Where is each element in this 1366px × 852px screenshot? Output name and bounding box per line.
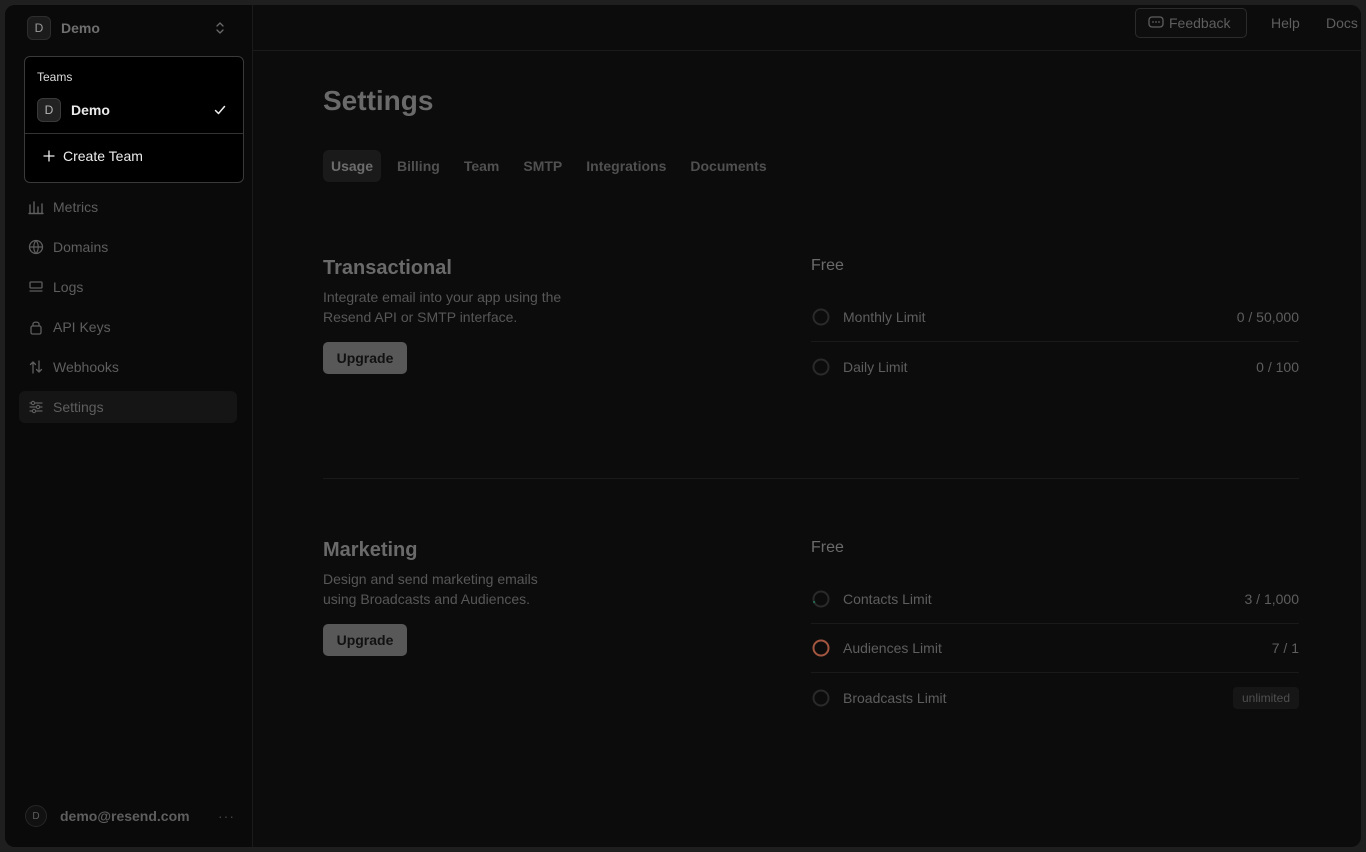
webhook-icon xyxy=(29,360,43,374)
usage-ring-icon xyxy=(812,358,830,375)
usage-ring-icon xyxy=(812,590,830,608)
transactional-upgrade-button[interactable]: Upgrade xyxy=(323,342,407,374)
usage-ring-icon xyxy=(812,689,830,706)
help-link[interactable]: Help xyxy=(1271,15,1300,31)
tab-billing[interactable]: Billing xyxy=(389,150,448,182)
page-title: Settings xyxy=(323,85,434,116)
limit-name: Contacts Limit xyxy=(843,591,932,607)
list-icon xyxy=(29,281,43,292)
sidebar-item-metrics[interactable]: Metrics xyxy=(19,191,237,223)
sidebar-item-logs[interactable]: Logs xyxy=(19,271,237,303)
chevron-up-down-icon xyxy=(216,22,224,34)
sidebar-item-webhooks[interactable]: Webhooks xyxy=(19,351,237,383)
limit-row-broadcasts: Broadcasts Limit unlimited xyxy=(811,673,1299,722)
feedback-button[interactable]: Feedback xyxy=(1135,8,1247,38)
ring-track xyxy=(812,689,830,706)
usage-ring-icon xyxy=(812,639,830,657)
team-name: Demo xyxy=(61,20,100,36)
sidebar-item-label: Metrics xyxy=(53,199,99,215)
dropdown-team-name: Demo xyxy=(71,102,110,118)
limit-value: 0 / 50,000 xyxy=(1236,309,1299,325)
team-switcher[interactable]: D Demo xyxy=(17,11,237,45)
tab-documents[interactable]: Documents xyxy=(682,150,774,182)
dropdown-separator xyxy=(25,133,243,134)
limit-value: 7 / 1 xyxy=(1271,640,1299,656)
top-bar: Feedback Help Docs xyxy=(253,5,1361,51)
plus-icon xyxy=(43,150,55,162)
user-menu[interactable]: D demo@resend.com ··· xyxy=(25,805,235,827)
tab-smtp[interactable]: SMTP xyxy=(515,150,570,182)
limit-row-contacts: Contacts Limit 3 / 1,000 xyxy=(811,575,1299,624)
usage-ring-icon xyxy=(812,308,830,326)
ring-track xyxy=(812,639,830,657)
dropdown-section-label: Teams xyxy=(37,70,73,84)
app-window: D Demo Metrics Domains Logs API Keys Web… xyxy=(5,5,1361,847)
sidebar-item-label: Settings xyxy=(53,399,104,415)
transactional-title: Transactional xyxy=(323,257,452,279)
bar-chart-icon xyxy=(28,201,44,215)
check-icon xyxy=(214,105,226,115)
sidebar-item-label: Domains xyxy=(53,239,109,255)
tab-integrations[interactable]: Integrations xyxy=(578,150,674,182)
marketing-title: Marketing xyxy=(323,539,418,561)
sidebar-item-domains[interactable]: Domains xyxy=(19,231,237,263)
sidebar-item-settings[interactable]: Settings xyxy=(19,391,237,423)
avatar: D xyxy=(25,805,47,827)
team-avatar: D xyxy=(37,98,61,122)
transactional-description: Integrate email into your app using the … xyxy=(323,289,562,325)
create-team-button[interactable]: Create Team xyxy=(43,148,143,164)
settings-tabs: Usage Billing Team SMTP Integrations Doc… xyxy=(323,150,783,182)
section-divider xyxy=(323,478,1299,479)
limit-value: 3 / 1,000 xyxy=(1244,591,1300,607)
user-email: demo@resend.com xyxy=(60,808,190,824)
sidebar-nav: Metrics Domains Logs API Keys Webhooks S… xyxy=(19,191,237,431)
feedback-label: Feedback xyxy=(1169,15,1231,31)
limit-name: Monthly Limit xyxy=(843,309,926,325)
marketing-plan: Free xyxy=(811,539,844,556)
limit-row-audiences: Audiences Limit 7 / 1 xyxy=(811,624,1299,673)
globe-icon xyxy=(28,239,44,255)
sidebar-item-label: API Keys xyxy=(53,319,111,335)
tab-team[interactable]: Team xyxy=(456,150,508,182)
marketing-upgrade-button[interactable]: Upgrade xyxy=(323,624,407,656)
ring-track xyxy=(812,358,830,375)
more-options-icon[interactable]: ··· xyxy=(218,808,235,824)
lock-icon xyxy=(30,321,42,335)
ring-track xyxy=(812,590,830,608)
limit-name: Daily Limit xyxy=(843,358,908,375)
limit-row-daily: Daily Limit 0 / 100 xyxy=(811,342,1299,391)
marketing-description: Design and send marketing emails using B… xyxy=(323,571,538,607)
limit-name: Broadcasts Limit xyxy=(843,689,947,706)
sidebar-item-api-keys[interactable]: API Keys xyxy=(19,311,237,343)
limit-row-monthly: Monthly Limit 0 / 50,000 xyxy=(811,293,1299,342)
unlimited-badge: unlimited xyxy=(1232,686,1299,709)
tab-usage[interactable]: Usage xyxy=(323,150,382,182)
sidebar-item-label: Webhooks xyxy=(53,359,119,375)
dropdown-team-item[interactable]: D Demo xyxy=(37,98,233,122)
team-dropdown-menu: Teams D Demo Create Team xyxy=(24,56,244,183)
limit-value: 0 / 100 xyxy=(1256,358,1299,375)
sidebar-item-label: Logs xyxy=(53,279,84,295)
transactional-plan: Free xyxy=(811,257,844,274)
create-team-label: Create Team xyxy=(63,148,143,164)
message-icon xyxy=(1148,16,1164,28)
ring-track xyxy=(812,308,830,326)
docs-link[interactable]: Docs xyxy=(1326,15,1358,31)
limit-name: Audiences Limit xyxy=(843,640,942,656)
team-avatar: D xyxy=(27,16,51,40)
sliders-icon xyxy=(29,400,43,414)
